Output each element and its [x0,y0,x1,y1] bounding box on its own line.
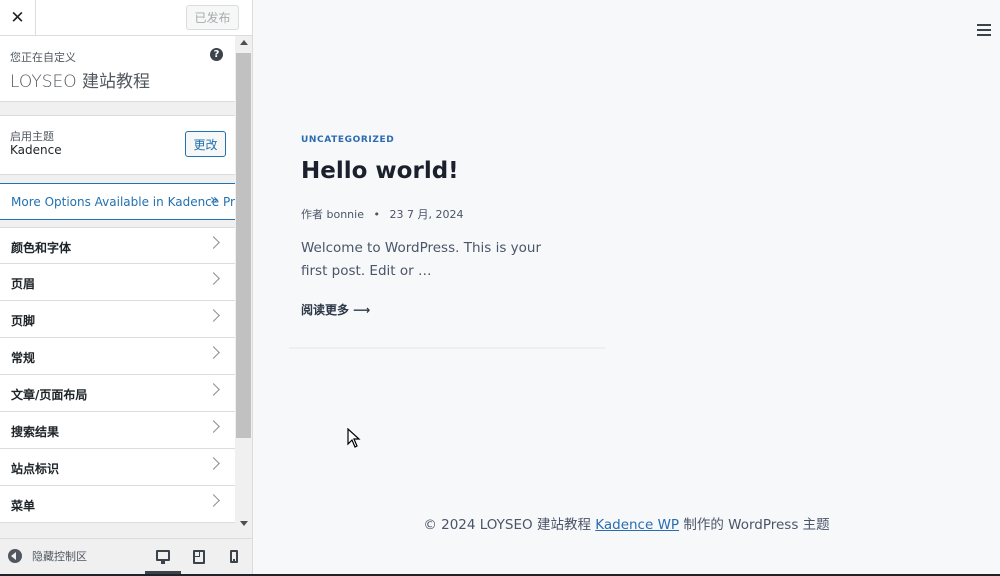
post-excerpt: Welcome to WordPress. This is your first… [301,240,542,279]
menu-item-menus[interactable]: 菜单 [0,486,235,523]
menu-item-label: 页脚 [11,314,36,328]
read-more-link[interactable]: 阅读更多 ⟶ [301,301,370,318]
arrow-left-circle-icon [8,549,22,563]
scroll-up-arrow-icon[interactable] [240,40,248,45]
menu-item-label: 菜单 [11,499,36,513]
customizer-footer: 隐藏控制区 [0,538,252,574]
preview-desktop-button[interactable] [145,539,181,574]
meta-separator: • [373,208,380,221]
site-title: LOYSEO 建站教程 [10,72,151,92]
mobile-icon [230,550,238,563]
preview-tablet-button[interactable] [181,539,217,574]
post-date: 23 7 月, 2024 [389,208,464,221]
menu-item-label: 颜色和字体 [11,241,72,255]
menu-item-label: 文章/页面布局 [11,388,88,402]
site-preview: UNCATEGORIZED Hello world! 作者 bonnie • 2… [253,0,1000,574]
customizer-menu: 颜色和字体 页眉 页脚 常规 文章/页面布局 搜索结果 站点标识 菜单 [0,227,235,523]
menu-item-label: 搜索结果 [11,425,60,439]
scroll-thumb[interactable] [236,53,251,438]
menu-item-search-results[interactable]: 搜索结果 [0,412,235,449]
menu-item-general[interactable]: 常规 [0,338,235,375]
chevron-right-icon [207,346,220,359]
menu-item-site-identity[interactable]: 站点标识 [0,449,235,486]
post-card: UNCATEGORIZED Hello world! 作者 bonnie • 2… [289,120,605,349]
post-author[interactable]: bonnie [327,208,364,221]
collapse-label: 隐藏控制区 [32,550,87,563]
customizer-panel: 您正在自定义 ? LOYSEO 建站教程 启用主题 Kadence 更改 Mor… [0,36,235,538]
preview-mobile-button[interactable] [216,539,252,574]
customizing-info: 您正在自定义 ? LOYSEO 建站教程 [0,36,235,102]
customizer-topbar: ✕ 已发布 [0,0,252,36]
menu-item-colors-fonts[interactable]: 颜色和字体 [0,227,235,264]
scroll-down-arrow-icon[interactable] [240,521,248,526]
post-category[interactable]: UNCATEGORIZED [301,135,394,145]
footer-theme-link[interactable]: Kadence WP [595,517,679,533]
active-theme-label: 启用主题 [10,130,54,143]
menu-item-footer[interactable]: 页脚 [0,301,235,338]
help-icon[interactable]: ? [210,48,223,61]
publish-button[interactable]: 已发布 [186,5,239,30]
site-footer: © 2024 LOYSEO 建站教程 Kadence WP 制作的 WordPr… [253,513,1000,533]
author-prefix: 作者 [301,208,323,221]
active-theme-section: 启用主题 Kadence 更改 [0,115,235,175]
kadence-pro-link[interactable]: More Options Available in Kadence Pro » [0,183,235,220]
chevron-right-icon [207,309,220,322]
menu-item-label: 页眉 [11,277,36,291]
chevron-right-icon [207,420,220,433]
chevron-right-icon [207,236,220,249]
menu-item-label: 常规 [11,351,36,365]
post-meta: 作者 bonnie • 23 7 月, 2024 [301,206,463,222]
customizer-sidebar: ✕ 已发布 您正在自定义 ? LOYSEO 建站教程 启用主题 Kadence … [0,0,253,574]
theme-name: Kadence [10,143,62,157]
kadence-pro-label: More Options Available in Kadence Pro [11,195,235,209]
post-title[interactable]: Hello world! [301,158,459,184]
chevron-right-icon [207,383,220,396]
footer-suffix: 制作的 WordPress 主题 [679,517,830,533]
chevron-right-icon [207,494,220,507]
desktop-icon [156,549,170,564]
collapse-sidebar-button[interactable]: 隐藏控制区 [8,548,87,564]
tablet-icon [193,549,205,564]
change-theme-button[interactable]: 更改 [185,131,226,157]
chevron-right-icon [207,272,220,285]
menu-item-label: 站点标识 [11,462,60,476]
chevron-right-icon [207,457,220,470]
menu-item-post-page-layout[interactable]: 文章/页面布局 [0,375,235,412]
panel-scrollbar[interactable] [235,36,252,538]
customizing-label: 您正在自定义 [10,51,76,64]
footer-copyright: © 2024 LOYSEO 建站教程 [423,517,596,533]
double-chevron-right-icon: » [210,192,219,208]
hamburger-menu-icon[interactable] [977,24,991,36]
menu-item-header[interactable]: 页眉 [0,264,235,301]
close-icon[interactable]: ✕ [0,0,36,35]
